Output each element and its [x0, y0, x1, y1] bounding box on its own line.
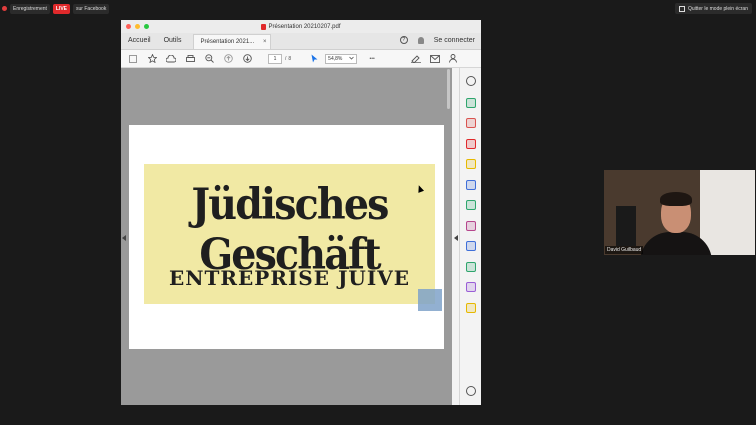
customize-tools-icon[interactable]	[466, 386, 476, 396]
poster-subtitle: ENTREPRISE JUIVE	[169, 266, 410, 290]
tab-document-label: Présentation 2021...	[200, 39, 255, 45]
print-icon[interactable]	[183, 52, 197, 66]
window-titlebar: Présentation 20210207.pdf	[121, 20, 481, 33]
export-pdf-icon[interactable]	[466, 98, 476, 108]
collapse-left-panel-icon[interactable]	[122, 235, 126, 243]
tools-pane	[459, 68, 481, 405]
pdf-file-icon	[261, 23, 267, 30]
recording-label: Enregistrement	[10, 3, 50, 14]
signin-button[interactable]: Se connecter	[434, 37, 475, 44]
page-number-input[interactable]: 1	[268, 53, 282, 64]
protect-icon[interactable]	[466, 241, 476, 251]
more-options-icon[interactable]: •••	[365, 52, 379, 66]
tab-tools[interactable]: Outils	[157, 37, 188, 49]
close-window-button[interactable]	[126, 24, 131, 29]
document-viewer[interactable]: Jüdisches Geschäft ENTREPRISE JUIVE	[121, 68, 452, 405]
vertical-scrollbar[interactable]	[447, 69, 450, 109]
exit-fullscreen-button[interactable]: Quitter le mode plein écran	[674, 3, 752, 14]
chevron-down-icon	[349, 56, 354, 62]
window-title-text: Présentation 20210207.pdf	[268, 23, 341, 30]
close-tab-icon[interactable]: ×	[263, 39, 267, 45]
acrobat-window: Présentation 20210207.pdf Accueil Outils…	[121, 20, 481, 405]
webcam-person-hair	[660, 192, 692, 206]
share-user-icon[interactable]	[447, 52, 461, 66]
webcam-wall-frame	[616, 206, 636, 246]
mail-icon[interactable]	[428, 52, 442, 66]
zoom-value: 54,8%	[328, 55, 343, 62]
webcam-video: David Guilbaud	[604, 170, 755, 255]
send-review-icon[interactable]	[466, 180, 476, 190]
page-total: 8	[288, 55, 292, 62]
organize-pages-icon[interactable]	[466, 118, 476, 128]
create-pdf-icon[interactable]	[466, 139, 476, 149]
minimize-window-button[interactable]	[135, 24, 140, 29]
edit-pdf-icon[interactable]	[466, 200, 476, 210]
exit-fullscreen-label: Quitter le mode plein écran	[687, 5, 748, 12]
next-page-icon[interactable]	[240, 52, 254, 66]
screen: Enregistrement LIVE sur Facebook Quitter…	[0, 0, 756, 425]
recording-bar: Enregistrement LIVE sur Facebook	[2, 3, 110, 14]
image-thumbnail	[418, 289, 442, 311]
window-controls	[126, 24, 149, 29]
document-toolbar: 1 / 8 54,8% •••	[121, 50, 481, 68]
zoom-dropdown[interactable]: 54,8%	[325, 53, 358, 64]
participant-name: David Guilbaud	[605, 246, 644, 254]
live-badge: LIVE	[52, 3, 71, 14]
upload-cloud-icon[interactable]	[164, 52, 178, 66]
poster-title: Jüdisches Geschäft	[191, 180, 389, 280]
bookmark-star-icon[interactable]	[145, 52, 159, 66]
select-cursor-icon[interactable]	[307, 52, 321, 66]
pdf-page: Jüdisches Geschäft ENTREPRISE JUIVE	[129, 125, 444, 349]
previous-page-icon[interactable]	[221, 52, 235, 66]
fullscreen-exit-icon	[678, 5, 685, 12]
facebook-label: sur Facebook	[73, 3, 110, 14]
scan-ocr-icon[interactable]	[466, 262, 476, 272]
tab-document[interactable]: Présentation 2021... ×	[193, 34, 272, 49]
page-separator: /	[285, 55, 287, 62]
webcam-window-light	[700, 170, 755, 255]
save-icon[interactable]	[126, 52, 140, 66]
window-title: Présentation 20210207.pdf	[261, 23, 341, 30]
more-tools-icon[interactable]	[466, 303, 476, 313]
poster-image: Jüdisches Geschäft ENTREPRISE JUIVE	[144, 164, 435, 304]
zoom-out-icon[interactable]	[202, 52, 216, 66]
recording-dot-icon	[2, 6, 7, 11]
tab-bar: Accueil Outils Présentation 2021... × ? …	[121, 33, 481, 50]
comment-icon[interactable]	[466, 159, 476, 169]
request-signature-icon[interactable]	[466, 282, 476, 292]
notifications-bell-icon[interactable]	[417, 36, 424, 44]
zoom-search-icon[interactable]	[466, 76, 476, 86]
tab-bar-right: ? Se connecter	[399, 36, 475, 44]
help-icon[interactable]: ?	[399, 36, 408, 44]
tab-home[interactable]: Accueil	[121, 37, 157, 49]
collapse-right-panel-icon[interactable]	[454, 235, 458, 243]
sign-icon[interactable]	[409, 52, 423, 66]
fill-sign-icon[interactable]	[466, 221, 476, 231]
maximize-window-button[interactable]	[144, 24, 149, 29]
